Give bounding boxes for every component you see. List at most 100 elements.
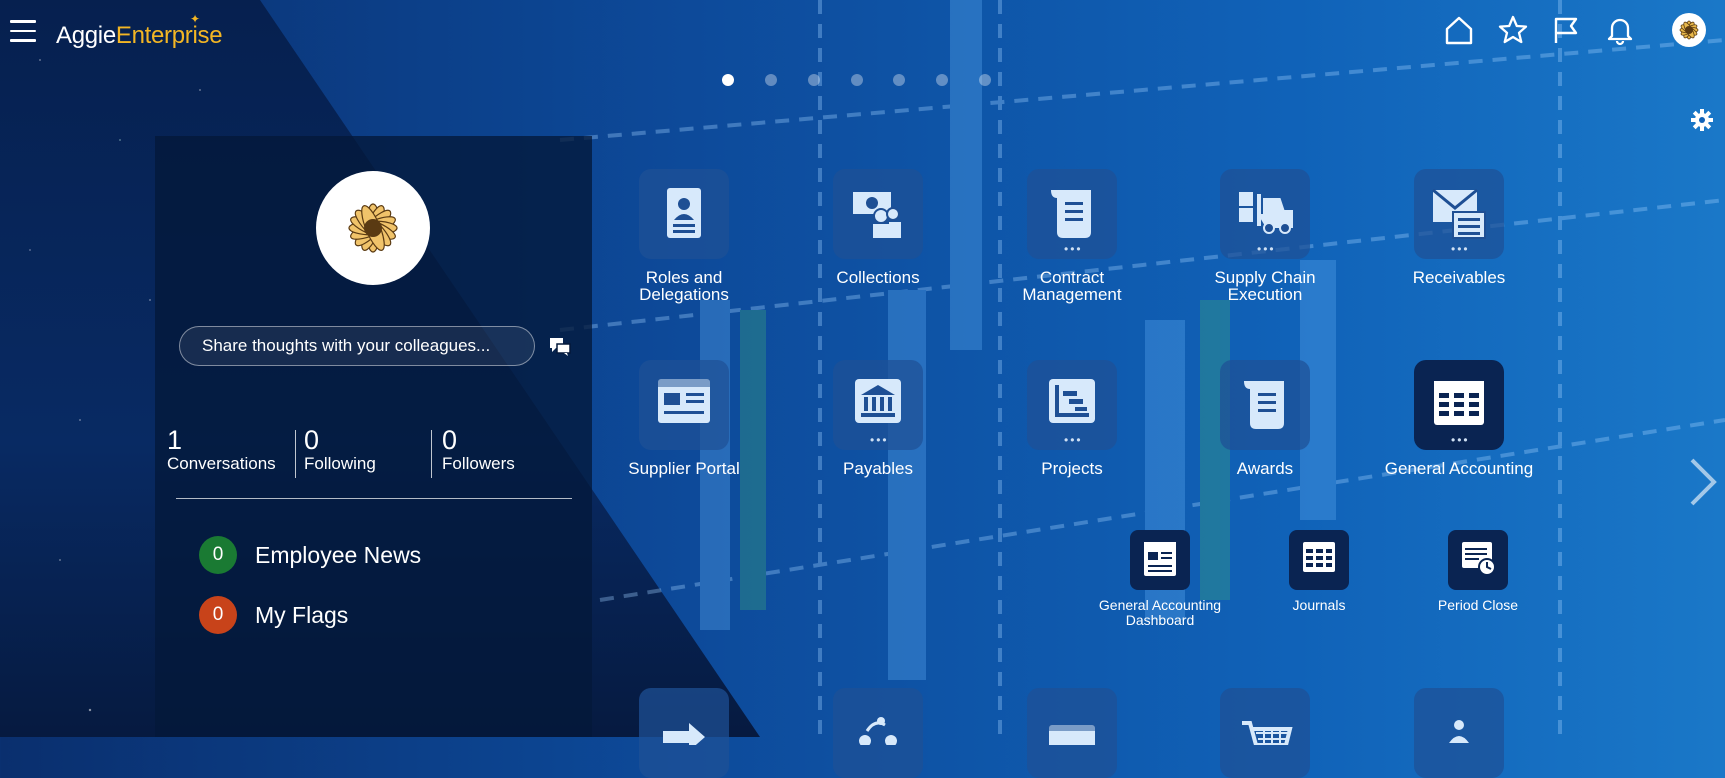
tile-label: General Accounting: [1384, 459, 1534, 478]
page-dot-7[interactable]: [979, 74, 991, 86]
tile-icon-box: [833, 688, 923, 778]
tile-icon-box: [639, 360, 729, 450]
next-page-chevron-icon[interactable]: [1688, 456, 1718, 508]
tile-label-line2: Management: [1022, 285, 1122, 304]
tile-label-line2: Execution: [1227, 285, 1303, 304]
id-badge-icon: [667, 188, 701, 238]
workflow-nodes-icon: [859, 717, 897, 745]
subtile-label-line2: Dashboard: [1125, 612, 1195, 628]
tile-icon-box: •••: [1027, 169, 1117, 259]
employee-news-label: Employee News: [255, 542, 422, 568]
more-options-dots[interactable]: •••: [870, 434, 889, 446]
tile-label-line1: Roles and: [645, 268, 723, 287]
app-logo[interactable]: AggieEnterprise ✦: [56, 12, 223, 50]
tile-label: Contract Management: [992, 269, 1152, 303]
more-options-dots[interactable]: •••: [1451, 243, 1470, 255]
conversations-stat[interactable]: 1 Conversations: [167, 426, 276, 478]
more-options-dots[interactable]: •••: [1064, 243, 1083, 255]
page-dot-3[interactable]: [808, 74, 820, 86]
stat-divider: [295, 430, 296, 478]
shopping-cart-icon: [1242, 721, 1293, 745]
followers-label: Followers: [442, 454, 515, 473]
conversation-icon[interactable]: [549, 337, 571, 357]
tile-label: Awards: [1236, 459, 1294, 478]
scroll-icon: [1244, 381, 1284, 429]
flag-icon[interactable]: [1550, 14, 1582, 46]
following-stat[interactable]: 0 Following: [304, 426, 376, 478]
share-thoughts-input[interactable]: [179, 326, 535, 366]
more-options-dots[interactable]: •••: [1257, 243, 1276, 255]
arrow-right-icon: [663, 723, 705, 745]
app-tile-projects[interactable]: ••• Projects: [992, 360, 1152, 477]
envelope-invoice-icon: [1432, 188, 1486, 239]
profile-flower-icon: [348, 203, 398, 253]
app-tile-partial-row3-4[interactable]: [1185, 688, 1345, 778]
hamburger-menu-icon[interactable]: [10, 20, 36, 42]
tile-label: Supply Chain Execution: [1185, 269, 1345, 303]
profile-picture[interactable]: [316, 171, 430, 285]
notifications-bell-icon[interactable]: [1604, 14, 1636, 46]
app-tile-roles-and-delegations[interactable]: Roles and Delegations: [604, 169, 764, 303]
home-icon[interactable]: [1443, 14, 1475, 46]
report-window-icon: [1049, 725, 1095, 745]
subtile-icon-box: [1130, 530, 1190, 590]
app-tile-partial-row3-2[interactable]: [798, 688, 958, 778]
app-tile-partial-row3-5[interactable]: [1379, 688, 1539, 778]
more-options-dots[interactable]: •••: [1064, 434, 1083, 446]
tile-label-line1: Supply Chain: [1214, 268, 1316, 287]
app-tile-supplier-portal[interactable]: Supplier Portal: [604, 360, 764, 477]
page-dot-1[interactable]: [722, 74, 734, 86]
app-tile-partial-row3-1[interactable]: [604, 688, 764, 778]
ledger-grid-icon: [1434, 381, 1484, 425]
chart-steps-icon: [1049, 379, 1095, 423]
followers-stat[interactable]: 0 Followers: [442, 426, 515, 478]
app-tile-partial-row3-3[interactable]: [992, 688, 1152, 778]
app-subtile-journals[interactable]: Journals: [1244, 530, 1394, 613]
subtile-label: Period Close: [1437, 597, 1519, 613]
app-subtile-general-accounting-dashboard[interactable]: General Accounting Dashboard: [1085, 530, 1235, 628]
settings-gear-icon[interactable]: [1690, 108, 1714, 132]
tile-icon-box: [1414, 688, 1504, 778]
conversations-label: Conversations: [167, 454, 276, 473]
tile-label: Supplier Portal: [628, 459, 740, 478]
subtile-label-line1: General Accounting: [1098, 597, 1222, 613]
employee-news-count-badge: 0: [199, 536, 237, 574]
page-dot-5[interactable]: [893, 74, 905, 86]
money-people-icon: [853, 192, 901, 238]
followers-count: 0: [442, 425, 458, 455]
app-subtile-period-close[interactable]: Period Close: [1403, 530, 1553, 613]
tile-label: Payables: [843, 459, 913, 478]
app-tile-payables[interactable]: ••• Payables: [798, 360, 958, 477]
more-options-dots[interactable]: •••: [1451, 434, 1470, 446]
stat-divider: [431, 430, 432, 478]
page-dot-2[interactable]: [765, 74, 777, 86]
favorites-star-icon[interactable]: [1497, 14, 1529, 46]
tile-icon-box: •••: [1414, 169, 1504, 259]
logo-text-aggie: Aggie: [56, 22, 116, 49]
app-tile-receivables[interactable]: ••• Receivables: [1379, 169, 1539, 286]
page-dot-4[interactable]: [851, 74, 863, 86]
person-badge-icon: [1449, 720, 1469, 743]
dashboard-icon: [1144, 542, 1176, 576]
following-count: 0: [304, 425, 320, 455]
tile-icon-box: [1220, 360, 1310, 450]
app-tile-awards[interactable]: Awards: [1185, 360, 1345, 477]
my-flags-count-badge: 0: [199, 596, 237, 634]
panel-divider: [176, 498, 572, 499]
user-avatar[interactable]: [1672, 13, 1706, 47]
tile-label: Projects: [1041, 459, 1103, 478]
tile-label: Roles and Delegations: [604, 269, 764, 303]
tile-label-line1: Receivables: [1412, 268, 1506, 287]
tile-label-line2: Delegations: [639, 285, 729, 304]
tile-icon-box: •••: [833, 360, 923, 450]
conversations-count: 1: [167, 425, 183, 455]
app-tile-general-accounting[interactable]: ••• General Accounting: [1379, 360, 1539, 477]
subtile-label: General Accounting Dashboard: [1085, 598, 1235, 628]
tile-icon-box: •••: [1220, 169, 1310, 259]
tile-icon-box: •••: [1414, 360, 1504, 450]
app-tile-supply-chain-execution[interactable]: ••• Supply Chain Execution: [1185, 169, 1345, 303]
page-dot-6[interactable]: [936, 74, 948, 86]
subtile-label: Journals: [1292, 597, 1346, 613]
app-tile-contract-management[interactable]: ••• Contract Management: [992, 169, 1152, 303]
app-tile-collections[interactable]: Collections: [798, 169, 958, 286]
